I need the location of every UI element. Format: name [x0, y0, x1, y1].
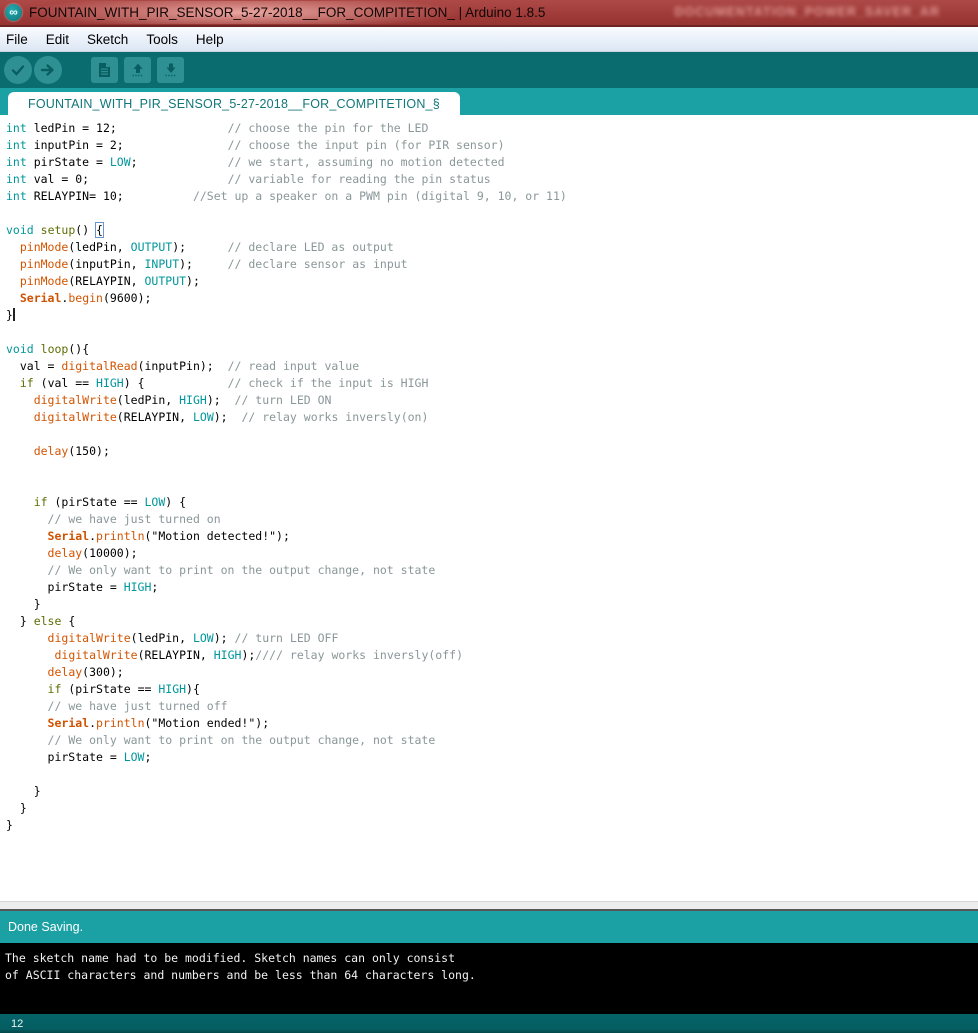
code-line[interactable]: Serial.println("Motion detected!");: [6, 528, 978, 545]
code-line[interactable]: int inputPin = 2; // choose the input pi…: [6, 137, 978, 154]
menu-sketch[interactable]: Sketch: [78, 29, 137, 50]
code-line[interactable]: // we have just turned off: [6, 698, 978, 715]
code-line[interactable]: pinMode(ledPin, OUTPUT); // declare LED …: [6, 239, 978, 256]
window-title: FOUNTAIN_WITH_PIR_SENSOR_5-27-2018__FOR_…: [29, 5, 545, 20]
code-line[interactable]: }: [6, 596, 978, 613]
code-line[interactable]: if (pirState == HIGH){: [6, 681, 978, 698]
code-line[interactable]: [6, 460, 978, 477]
code-line[interactable]: delay(300);: [6, 664, 978, 681]
code-line[interactable]: // We only want to print on the output c…: [6, 732, 978, 749]
code-line[interactable]: }: [6, 307, 978, 324]
menu-tools[interactable]: Tools: [137, 29, 187, 50]
menu-help[interactable]: Help: [187, 29, 233, 50]
code-line[interactable]: pinMode(RELAYPIN, OUTPUT);: [6, 273, 978, 290]
code-line[interactable]: } else {: [6, 613, 978, 630]
console-line: The sketch name had to be modified. Sket…: [5, 950, 978, 967]
code-line[interactable]: Serial.println("Motion ended!");: [6, 715, 978, 732]
window-titlebar[interactable]: ∞ FOUNTAIN_WITH_PIR_SENSOR_5-27-2018__FO…: [0, 0, 978, 27]
code-line[interactable]: Serial.begin(9600);: [6, 290, 978, 307]
document-icon: [97, 62, 112, 78]
code-line[interactable]: digitalWrite(ledPin, HIGH); // turn LED …: [6, 392, 978, 409]
menu-bar: File Edit Sketch Tools Help: [0, 27, 978, 52]
open-sketch-button[interactable]: [124, 57, 151, 83]
code-line[interactable]: pinMode(inputPin, INPUT); // declare sen…: [6, 256, 978, 273]
current-line-number: 12: [11, 1018, 23, 1030]
code-line[interactable]: digitalWrite(ledPin, LOW); // turn LED O…: [6, 630, 978, 647]
code-line[interactable]: int ledPin = 12; // choose the pin for t…: [6, 120, 978, 137]
code-line[interactable]: delay(10000);: [6, 545, 978, 562]
background-window-title: DOCUMENTATION_POWER_SAVER_AR: [674, 5, 940, 19]
code-line[interactable]: int val = 0; // variable for reading the…: [6, 171, 978, 188]
code-line[interactable]: }: [6, 783, 978, 800]
code-line[interactable]: pirState = HIGH;: [6, 579, 978, 596]
code-line[interactable]: // We only want to print on the output c…: [6, 562, 978, 579]
code-line[interactable]: delay(150);: [6, 443, 978, 460]
code-line[interactable]: val = digitalRead(inputPin); // read inp…: [6, 358, 978, 375]
arrow-right-icon: [40, 62, 56, 78]
code-line[interactable]: [6, 477, 978, 494]
check-icon: [10, 62, 26, 78]
save-sketch-button[interactable]: [157, 57, 184, 83]
code-line[interactable]: digitalWrite(RELAYPIN, HIGH);//// relay …: [6, 647, 978, 664]
status-message: Done Saving.: [8, 920, 83, 934]
code-line[interactable]: int pirState = LOW; // we start, assumin…: [6, 154, 978, 171]
toolbar: [0, 52, 978, 88]
verify-button[interactable]: [4, 56, 32, 84]
line-number-bar: 12: [0, 1014, 978, 1033]
console-line: of ASCII characters and numbers and be l…: [5, 967, 978, 984]
matched-brace-highlight: {: [96, 223, 103, 237]
text-cursor: [13, 308, 15, 321]
code-line[interactable]: pirState = LOW;: [6, 749, 978, 766]
code-line[interactable]: if (pirState == LOW) {: [6, 494, 978, 511]
code-line[interactable]: [6, 766, 978, 783]
code-line[interactable]: // we have just turned on: [6, 511, 978, 528]
sketch-tab[interactable]: FOUNTAIN_WITH_PIR_SENSOR_5-27-2018__FOR_…: [8, 92, 460, 115]
code-area[interactable]: int ledPin = 12; // choose the pin for t…: [0, 115, 978, 901]
code-line[interactable]: void loop(){: [6, 341, 978, 358]
menu-file[interactable]: File: [0, 29, 37, 50]
code-line[interactable]: [6, 324, 978, 341]
code-line[interactable]: int RELAYPIN= 10; //Set up a speaker on …: [6, 188, 978, 205]
upload-button[interactable]: [34, 56, 62, 84]
code-line[interactable]: [6, 426, 978, 443]
arduino-logo-icon: ∞: [5, 4, 22, 21]
code-line[interactable]: }: [6, 800, 978, 817]
horizontal-scrollbar[interactable]: [0, 901, 978, 909]
code-line[interactable]: }: [6, 817, 978, 834]
tab-bar: FOUNTAIN_WITH_PIR_SENSOR_5-27-2018__FOR_…: [0, 88, 978, 115]
arrow-up-tray-icon: [130, 62, 146, 78]
code-line[interactable]: void setup() {: [6, 222, 978, 239]
code-line[interactable]: [6, 205, 978, 222]
code-line[interactable]: digitalWrite(RELAYPIN, LOW); // relay wo…: [6, 409, 978, 426]
code-line[interactable]: if (val == HIGH) { // check if the input…: [6, 375, 978, 392]
status-bar: Done Saving.: [0, 911, 978, 943]
console-output[interactable]: The sketch name had to be modified. Sket…: [0, 943, 978, 1014]
arrow-down-tray-icon: [163, 62, 179, 78]
menu-edit[interactable]: Edit: [37, 29, 78, 50]
new-sketch-button[interactable]: [91, 57, 118, 83]
